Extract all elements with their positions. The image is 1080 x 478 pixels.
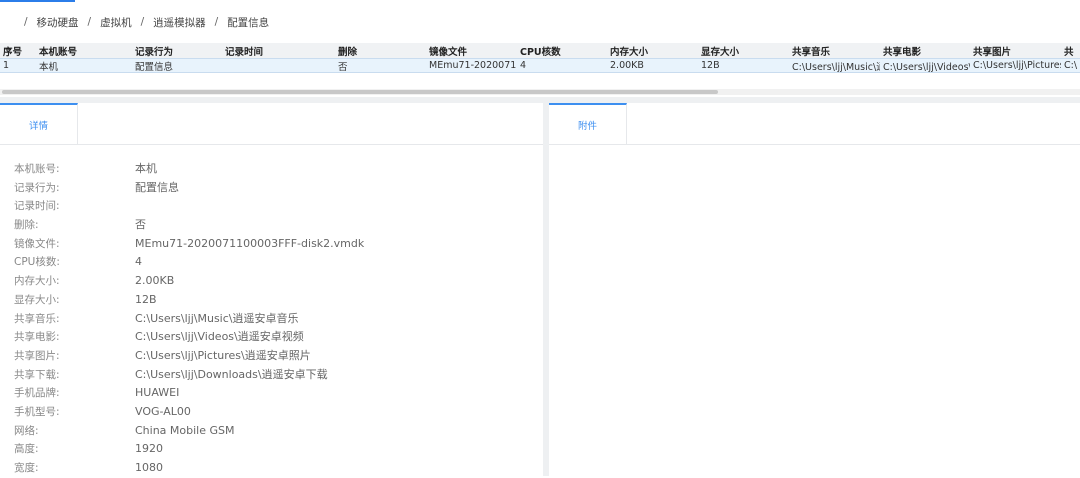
detail-value: 否 (135, 218, 146, 232)
detail-value: 4 (135, 255, 142, 269)
breadcrumb-separator: / (140, 16, 145, 28)
table-cell: 4 (520, 60, 527, 71)
detail-label: 手机品牌: (14, 387, 60, 400)
table-cell: 本机 (39, 61, 59, 73)
table-cell: C:\Users\ljj\Pictures\ (973, 60, 1061, 71)
detail-value: 12B (135, 292, 157, 306)
detail-value: C:\Users\ljj\Downloads\逍遥安卓下载 (135, 367, 328, 381)
scrollbar-thumb[interactable] (2, 90, 718, 94)
detail-value: 1080 (135, 461, 163, 474)
detail-label: 本机账号: (14, 163, 60, 175)
detail-label: 共享音乐: (14, 312, 60, 325)
horizontal-scrollbar[interactable] (0, 89, 1080, 95)
detail-value: HUAWEI (135, 386, 180, 400)
detail-label: 内存大小: (14, 275, 60, 288)
detail-value: VOG-AL00 (135, 404, 191, 418)
detail-value: 配置信息 (135, 180, 179, 194)
column-header-shared-pictures[interactable]: 共享图片 (970, 44, 1061, 58)
breadcrumb-separator: / (24, 16, 28, 28)
detail-value: C:\Users\ljj\Pictures\逍遥安卓照片 (135, 348, 311, 362)
detail-label: 显存大小: (14, 293, 60, 306)
table-cell: 否 (338, 61, 348, 73)
breadcrumb-item-config[interactable]: 配置信息 (227, 15, 269, 30)
column-header-image-file[interactable]: 镜像文件 (426, 44, 517, 58)
detail-value: 1920 (135, 442, 163, 456)
records-table: 序号 本机账号 记录行为 记录时间 删除 镜像文件 CPU核数 内存大小 显存大… (0, 43, 1080, 73)
breadcrumb-item-drive[interactable]: 移动硬盘 (37, 15, 79, 30)
table-header-row: 序号 本机账号 记录行为 记录时间 删除 镜像文件 CPU核数 内存大小 显存大… (0, 43, 1080, 58)
detail-label: 记录时间: (14, 200, 60, 213)
detail-label: 记录行为: (14, 181, 60, 194)
table-cell: MEmu71-20200711( (429, 60, 517, 71)
column-header-shared-music[interactable]: 共享音乐 (789, 44, 880, 58)
details-tabbar: 详情 (0, 103, 543, 145)
detail-label: 共享电影: (14, 331, 60, 344)
table-cell: C:\Users\ljj\Music\逍 (792, 61, 880, 73)
attachments-tabbar: 附件 (549, 103, 1080, 145)
breadcrumb-item-emulator[interactable]: 逍遥模拟器 (153, 15, 206, 30)
column-header-deleted[interactable]: 删除 (335, 44, 426, 58)
attachments-panel: 附件 (549, 103, 1080, 476)
tab-attachments[interactable]: 附件 (549, 103, 627, 144)
detail-label: 删除: (14, 219, 39, 232)
table-cell: 12B (701, 60, 720, 71)
column-header-account[interactable]: 本机账号 (36, 44, 132, 58)
column-header-cpu[interactable]: CPU核数 (517, 44, 607, 58)
details-panel: 详情 本机账号: 本机 记录行为: 配置信息 记录时间: 删除: 否 镜像文件: MEm… (0, 103, 544, 476)
column-header-memory[interactable]: 内存大小 (607, 44, 698, 58)
detail-value: C:\Users\ljj\Videos\逍遥安卓视频 (135, 330, 304, 344)
column-header-time[interactable]: 记录时间 (222, 44, 335, 58)
column-header-shared-truncated[interactable]: 共 (1061, 44, 1080, 58)
tab-details[interactable]: 详情 (0, 103, 78, 144)
breadcrumb-item-vm[interactable]: 虚拟机 (100, 15, 132, 30)
detail-label: 共享下载: (14, 368, 60, 381)
top-accent-line (0, 0, 75, 2)
breadcrumb-separator: / (214, 16, 219, 28)
table-cell: 1 (3, 60, 10, 71)
detail-value: C:\Users\ljj\Music\逍遥安卓音乐 (135, 311, 299, 325)
detail-label: 镜像文件: (14, 237, 60, 250)
detail-label: CPU核数: (14, 256, 60, 269)
table-cell: C:\ (1064, 60, 1078, 71)
detail-label: 高度: (14, 443, 39, 456)
table-cell: 配置信息 (135, 61, 174, 73)
breadcrumb-separator: / (87, 16, 92, 28)
detail-label: 手机型号: (14, 405, 60, 418)
column-header-index[interactable]: 序号 (0, 44, 36, 58)
table-row[interactable]: 1 本机 配置信息 否 MEmu71-20200711( 4 2.00KB 12… (0, 58, 1080, 73)
detail-value: China Mobile GSM (135, 423, 235, 437)
breadcrumb: / 移动硬盘 / 虚拟机 / 逍遥模拟器 / 配置信息 (24, 15, 269, 29)
detail-label: 网络: (14, 424, 39, 437)
column-header-shared-videos[interactable]: 共享电影 (880, 44, 970, 58)
detail-value: 本机 (135, 162, 157, 175)
table-cell: C:\Users\ljj\Videos\逍 (883, 61, 970, 73)
detail-value: 2.00KB (135, 274, 175, 288)
column-header-vram[interactable]: 显存大小 (698, 44, 789, 58)
column-header-action[interactable]: 记录行为 (132, 44, 222, 58)
detail-value: MEmu71-2020071100003FFF-disk2.vmdk (135, 236, 365, 250)
table-cell: 2.00KB (610, 60, 644, 71)
detail-label: 宽度: (14, 462, 39, 474)
detail-label: 共享图片: (14, 349, 60, 362)
